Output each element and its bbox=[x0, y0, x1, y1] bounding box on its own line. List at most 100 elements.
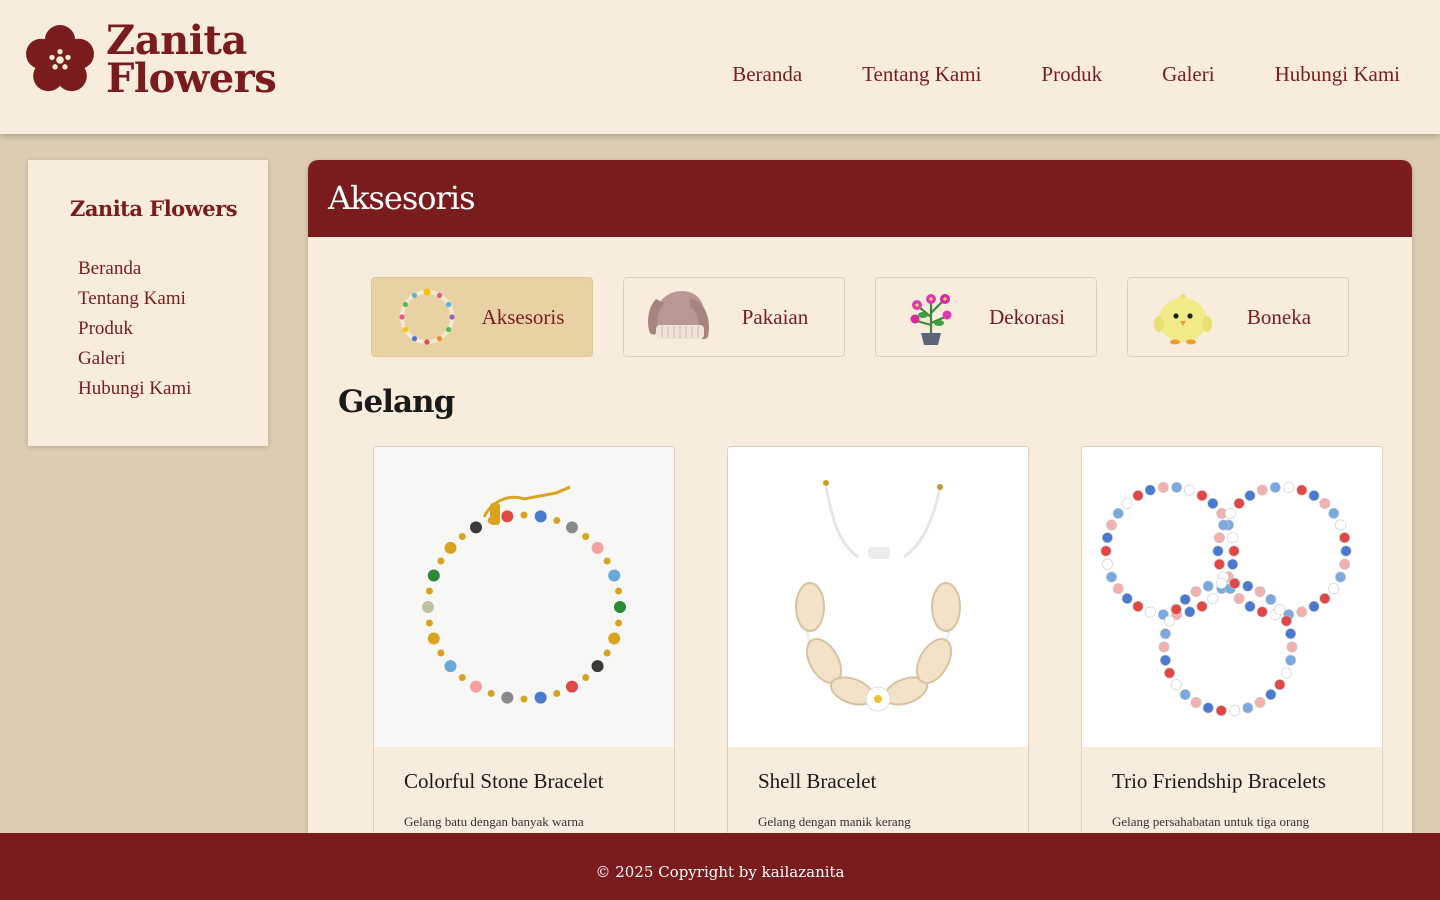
bead bbox=[1227, 558, 1239, 570]
bead bbox=[437, 557, 445, 565]
product-description: Gelang persahabatan untuk tiga orang bbox=[1112, 814, 1310, 829]
bead bbox=[1228, 545, 1240, 557]
bead bbox=[582, 673, 590, 681]
bead bbox=[1112, 507, 1124, 519]
bead bbox=[603, 557, 611, 565]
bead bbox=[1286, 641, 1298, 653]
bead bbox=[534, 691, 547, 704]
bead bbox=[1158, 641, 1170, 653]
sidebar-link-produk[interactable]: Produk bbox=[78, 318, 133, 339]
category-tab-dekorasi[interactable]: Dekorasi bbox=[875, 277, 1097, 357]
bead bbox=[1334, 571, 1346, 583]
bead bbox=[1308, 490, 1320, 502]
bead bbox=[1207, 497, 1219, 509]
nav-link-hubungi-kami[interactable]: Hubungi Kami bbox=[1275, 62, 1400, 87]
trio-friendship-bracelets-image bbox=[1082, 447, 1382, 747]
product-name: Trio Friendship Bracelets bbox=[1112, 769, 1326, 793]
bead bbox=[1328, 507, 1340, 519]
nav-link-beranda[interactable]: Beranda bbox=[732, 62, 802, 87]
bead bbox=[1170, 603, 1182, 615]
bead bbox=[553, 517, 561, 525]
bead bbox=[1340, 545, 1352, 557]
bead bbox=[470, 680, 482, 693]
bead bbox=[1242, 702, 1254, 714]
bead bbox=[1233, 497, 1245, 509]
bead bbox=[1179, 593, 1191, 605]
bead bbox=[501, 510, 514, 523]
bead bbox=[444, 541, 457, 554]
nav-link-produk[interactable]: Produk bbox=[1041, 62, 1102, 87]
sidebar-link-hubungi-kami[interactable]: Hubungi Kami bbox=[78, 378, 191, 399]
bead bbox=[437, 649, 445, 657]
bead bbox=[603, 649, 611, 657]
bead bbox=[1296, 606, 1308, 618]
bead bbox=[1164, 667, 1176, 679]
brand-name: Zanita Flowers bbox=[106, 21, 277, 102]
bead bbox=[427, 569, 440, 582]
main-panel: Aksesoris Aksesoris Pakaian Dekorasi Bon… bbox=[308, 160, 1412, 850]
category-tab-pakaian[interactable]: Pakaian bbox=[623, 277, 845, 357]
category-tabs: Aksesoris Pakaian Dekorasi Boneka bbox=[371, 277, 1349, 357]
bead bbox=[582, 533, 590, 541]
bead bbox=[1218, 519, 1230, 531]
bead bbox=[1179, 689, 1191, 701]
bead bbox=[1242, 580, 1254, 592]
bead bbox=[458, 673, 466, 681]
bead bbox=[1202, 580, 1214, 592]
bead bbox=[425, 587, 433, 595]
bead bbox=[1285, 628, 1297, 640]
bead bbox=[1164, 615, 1176, 627]
bead bbox=[1283, 481, 1295, 493]
sidebar: Zanita Flowers Beranda Tentang Kami Prod… bbox=[28, 160, 268, 446]
bead bbox=[1244, 490, 1256, 502]
bead bbox=[1328, 583, 1340, 595]
bead bbox=[1196, 600, 1208, 612]
bead bbox=[1196, 490, 1208, 502]
bead bbox=[614, 601, 626, 613]
bead bbox=[1233, 593, 1245, 605]
bead bbox=[1254, 586, 1266, 598]
bead bbox=[1334, 519, 1346, 531]
sidebar-item-galeri: Galeri bbox=[78, 348, 191, 378]
sidebar-link-galeri[interactable]: Galeri bbox=[78, 348, 125, 369]
bead bbox=[1308, 600, 1320, 612]
bead bbox=[608, 632, 621, 645]
bead bbox=[1144, 484, 1156, 496]
category-tab-aksesoris[interactable]: Aksesoris bbox=[371, 277, 593, 357]
site-footer: © 2025 Copyright by kailazanita bbox=[0, 833, 1440, 900]
knit-hat-icon bbox=[644, 282, 714, 352]
bead bbox=[1159, 654, 1171, 666]
product-card-trio-friendship-bracelets[interactable]: Trio Friendship Bracelets Gelang persaha… bbox=[1081, 446, 1383, 850]
bead bbox=[501, 691, 514, 704]
bead bbox=[1213, 532, 1225, 544]
sidebar-link-beranda[interactable]: Beranda bbox=[78, 258, 141, 279]
bead bbox=[1171, 481, 1183, 493]
bead bbox=[487, 689, 495, 697]
bead bbox=[1244, 600, 1256, 612]
bead bbox=[1296, 484, 1308, 496]
bead bbox=[1132, 600, 1144, 612]
product-description: Gelang batu dengan banyak warna bbox=[404, 814, 584, 829]
nav-link-galeri[interactable]: Galeri bbox=[1162, 62, 1214, 87]
bead bbox=[1319, 497, 1331, 509]
product-name: Colorful Stone Bracelet bbox=[404, 769, 604, 793]
category-label-aksesoris: Aksesoris bbox=[481, 304, 565, 329]
product-card-colorful-stone-bracelet[interactable]: Colorful Stone Bracelet Gelang batu deng… bbox=[373, 446, 675, 850]
sidebar-menu: Beranda Tentang Kami Produk Galeri Hubun… bbox=[78, 258, 191, 408]
category-tab-boneka[interactable]: Boneka bbox=[1127, 277, 1349, 357]
bead bbox=[1274, 603, 1286, 615]
bead bbox=[1159, 628, 1171, 640]
bead bbox=[1121, 497, 1133, 509]
top-navigation: Beranda Tentang Kami Produk Galeri Hubun… bbox=[732, 62, 1400, 87]
nav-link-tentang-kami[interactable]: Tentang Kami bbox=[862, 62, 981, 87]
bead bbox=[1184, 484, 1196, 496]
bead bbox=[566, 680, 578, 693]
bead bbox=[1229, 705, 1241, 717]
bead bbox=[1254, 696, 1266, 708]
bead bbox=[1212, 545, 1224, 557]
sidebar-link-tentang-kami[interactable]: Tentang Kami bbox=[78, 288, 186, 309]
brand-line-2: Flowers bbox=[106, 55, 277, 102]
category-label-pakaian: Pakaian bbox=[741, 304, 809, 329]
product-card-shell-bracelet[interactable]: Shell Bracelet Gelang dengan manik keran… bbox=[727, 446, 1029, 850]
brand-logo[interactable]: Zanita Flowers bbox=[22, 21, 277, 102]
